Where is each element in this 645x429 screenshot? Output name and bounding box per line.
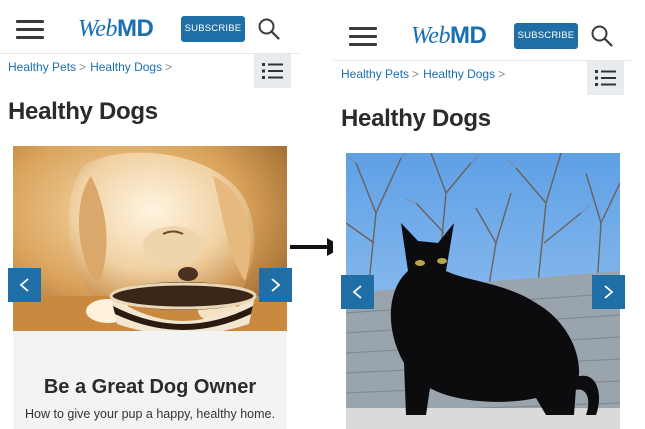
subscribe-button[interactable]: SUBSCRIBE [514, 23, 578, 49]
webmd-logo[interactable]: WebMD [78, 15, 154, 43]
breadcrumb: Healthy Pets > Healthy Dogs > [8, 60, 176, 74]
phone-screen-after: WebMD SUBSCRIBE Healthy Pets > Healthy Dog… [333, 7, 633, 429]
breadcrumb-separator: > [498, 67, 506, 81]
slide-caption: Be a Great Dog Owner How to give your pu… [13, 331, 287, 429]
logo-web-text: Web [411, 23, 450, 49]
breadcrumb-healthy-dogs[interactable]: Healthy Dogs [423, 67, 495, 81]
hamburger-menu-icon[interactable] [349, 27, 377, 47]
page-title: Healthy Dogs [8, 98, 158, 125]
slideshow: Be a Great Dog Owner How to give your pu… [13, 146, 287, 429]
logo-md-text: MD [449, 22, 487, 49]
search-icon[interactable] [591, 25, 613, 47]
logo-md-text: MD [116, 15, 154, 42]
black-cat-image [346, 153, 620, 429]
phone-screen-before: WebMD SUBSCRIBE Healthy Pets > Healthy Dog… [0, 0, 300, 429]
subscribe-button[interactable]: SUBSCRIBE [181, 16, 245, 42]
slideshow-next-button[interactable] [259, 268, 292, 302]
slideshow [346, 153, 620, 429]
slideshow-next-button[interactable] [592, 275, 625, 309]
table-of-contents-icon[interactable] [254, 54, 291, 88]
page-title: Healthy Dogs [341, 105, 491, 132]
slide-caption-subtitle: How to give your pup a happy, healthy ho… [25, 407, 275, 421]
breadcrumb-separator: > [412, 67, 420, 81]
slideshow-prev-button[interactable] [341, 275, 374, 309]
breadcrumb-healthy-pets[interactable]: Healthy Pets [341, 67, 409, 81]
hamburger-menu-icon[interactable] [16, 20, 44, 40]
slide-caption-title: Be a Great Dog Owner [43, 376, 257, 398]
breadcrumb-healthy-dogs[interactable]: Healthy Dogs [90, 60, 162, 74]
table-of-contents-icon[interactable] [587, 61, 624, 95]
slideshow-prev-button[interactable] [8, 268, 41, 302]
chevron-right-icon [271, 278, 281, 292]
breadcrumb-separator: > [79, 60, 87, 74]
breadcrumb-healthy-pets[interactable]: Healthy Pets [8, 60, 76, 74]
chevron-left-icon [19, 278, 29, 292]
site-header: WebMD SUBSCRIBE [333, 7, 633, 61]
logo-web-text: Web [78, 16, 117, 42]
chevron-right-icon [604, 285, 614, 299]
breadcrumb: Healthy Pets > Healthy Dogs > [341, 67, 509, 81]
chevron-left-icon [352, 285, 362, 299]
puppy-eating-image [13, 146, 287, 331]
breadcrumb-separator: > [165, 60, 173, 74]
site-header: WebMD SUBSCRIBE [0, 0, 300, 54]
search-icon[interactable] [258, 18, 280, 40]
webmd-logo[interactable]: WebMD [411, 22, 487, 50]
